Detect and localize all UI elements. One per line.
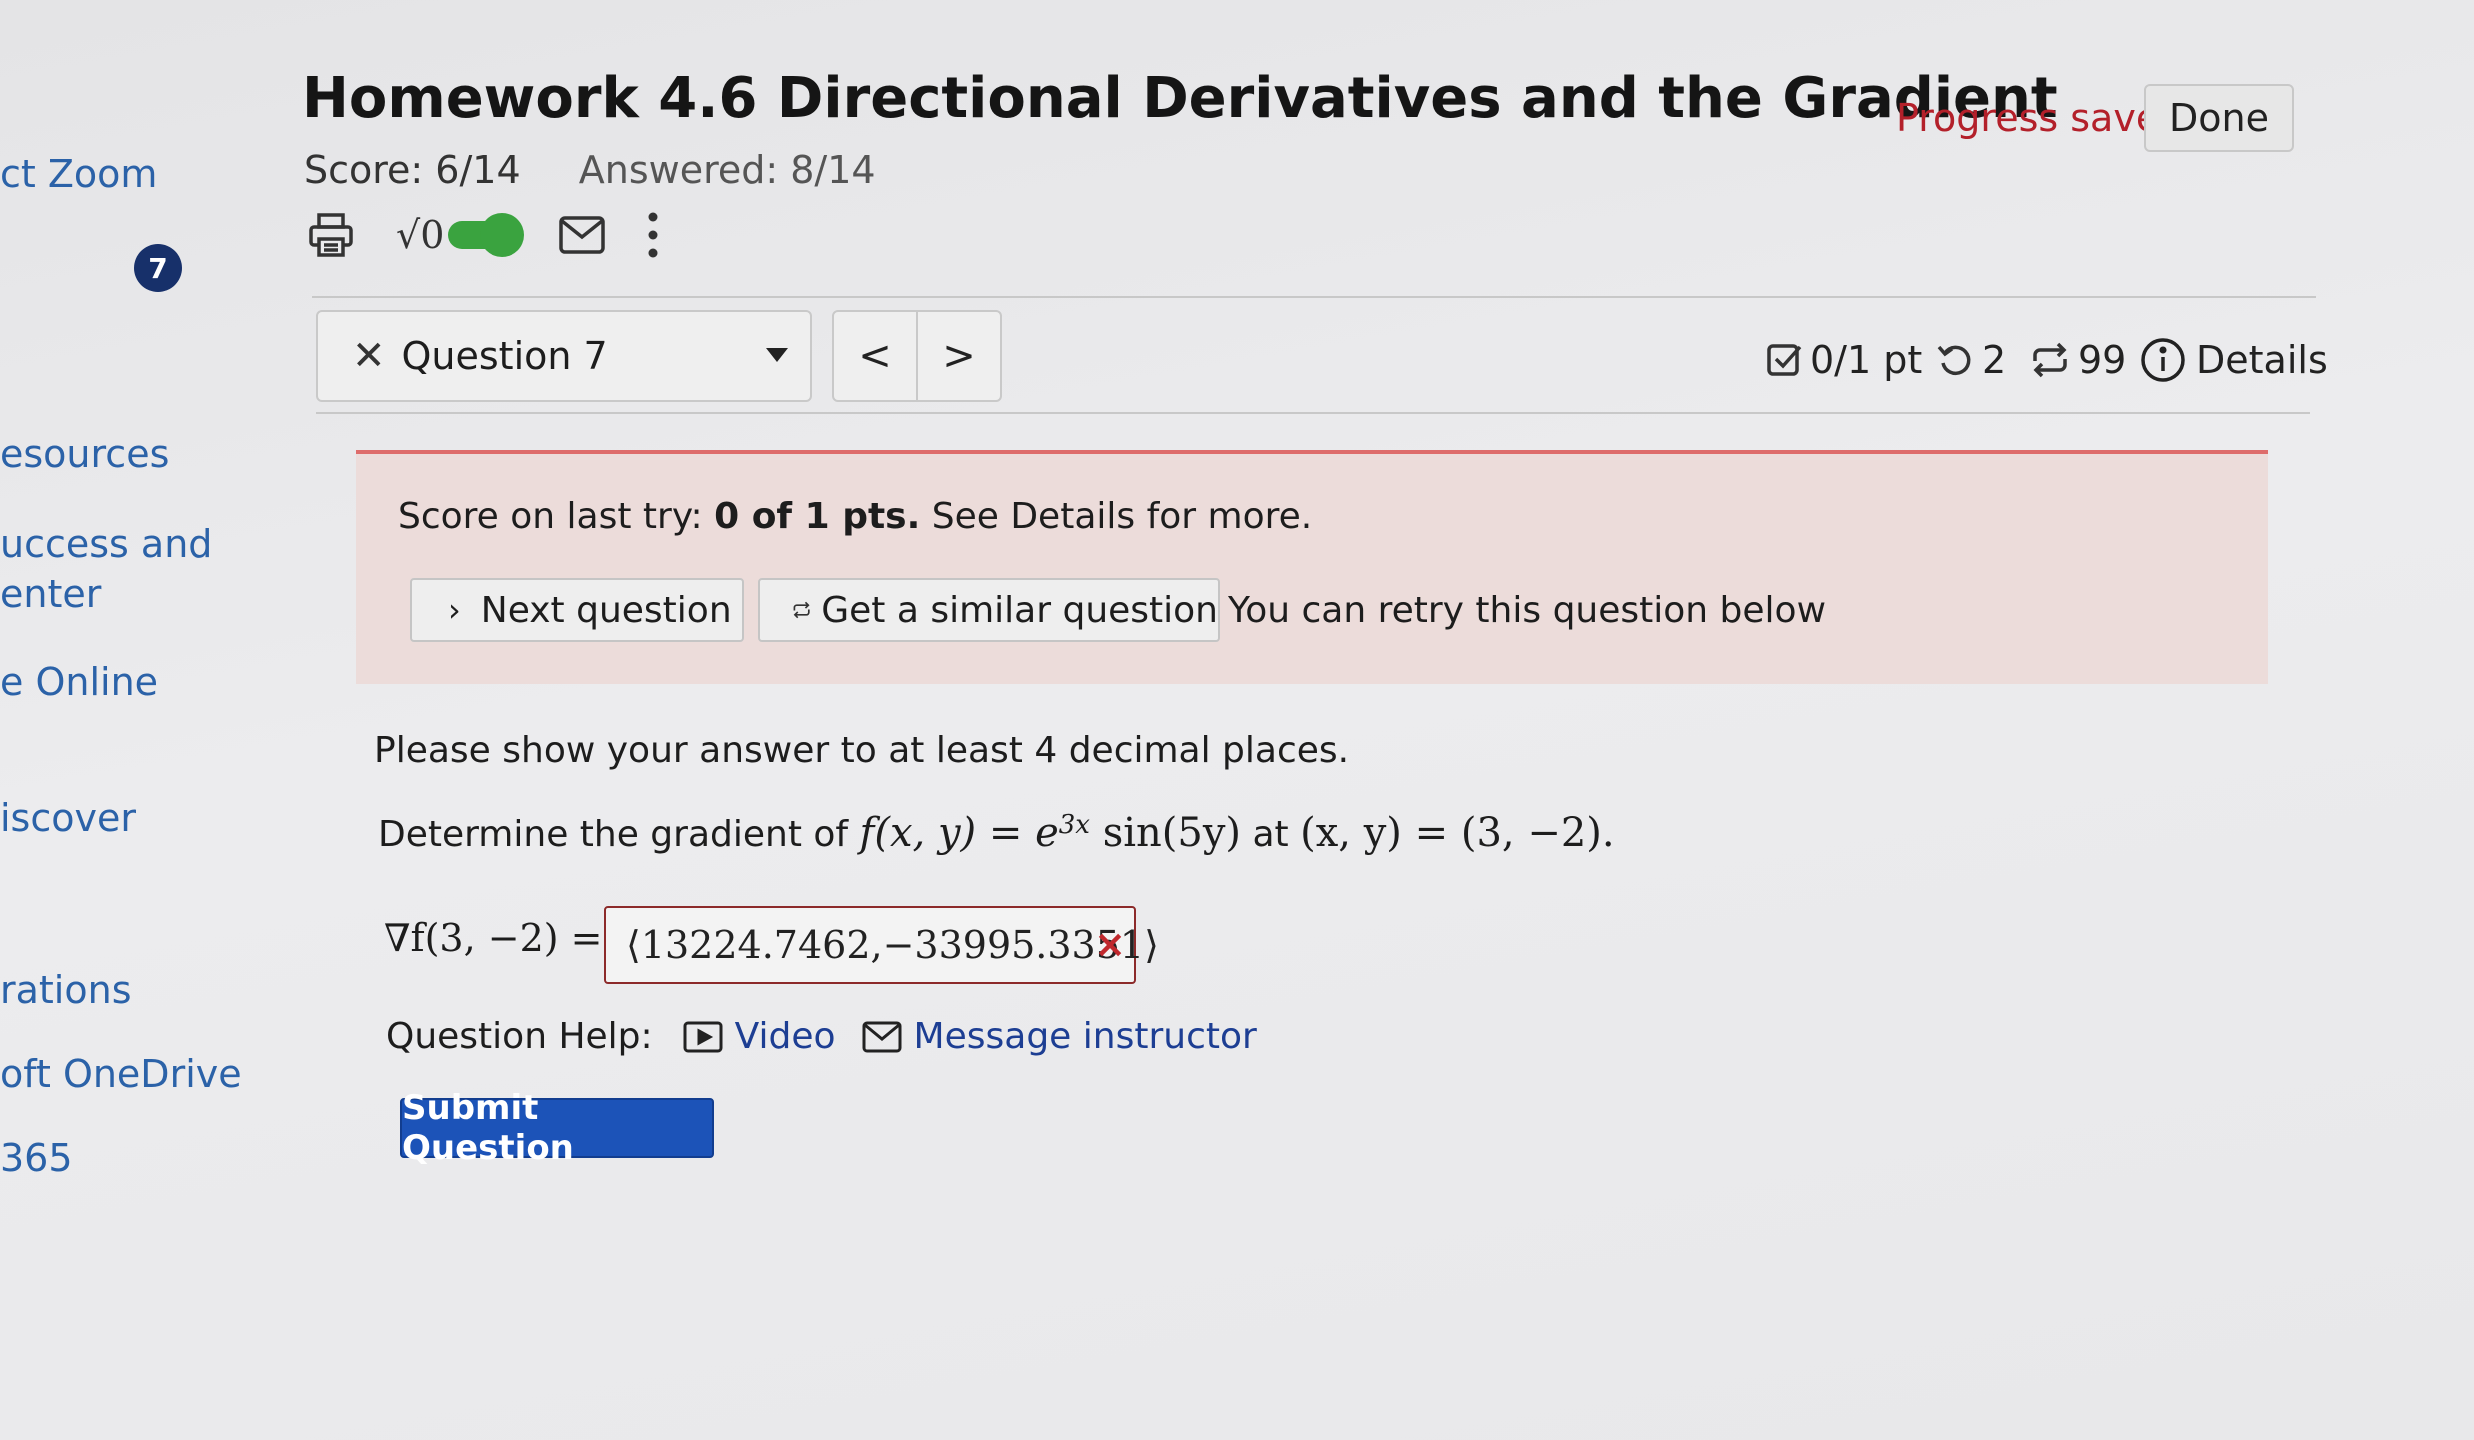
chevron-right-icon: › <box>448 591 461 629</box>
video-label: Video <box>734 1016 836 1057</box>
assignment-title: Homework 4.6 Directional Derivatives and… <box>302 66 2058 131</box>
header-divider <box>312 296 2316 298</box>
question-prompt: Determine the gradient of f(x, y) = e3x … <box>378 810 1615 856</box>
sidebar-item-resources[interactable]: esources <box>0 432 169 476</box>
question-select[interactable]: ✕ Question 7 <box>316 310 812 402</box>
prompt-middle: at <box>1241 814 1301 855</box>
attempts-count: 99 <box>2078 338 2127 382</box>
feedback-score-text: Score on last try: 0 of 1 pts. See Detai… <box>398 496 1312 537</box>
nav-divider <box>316 412 2310 414</box>
feedback-score: 0 of 1 pts. <box>714 496 921 537</box>
message-instructor-label: Message instructor <box>913 1016 1257 1057</box>
sidebar-item-discover[interactable]: iscover <box>0 796 136 840</box>
answer-value: ⟨13224.7462,−33995.3351⟩ <box>626 923 1159 967</box>
prompt-prefix: Determine the gradient of <box>378 814 860 855</box>
similar-question-button[interactable]: Get a similar question <box>758 578 1220 642</box>
math-entry-toggle[interactable]: √0 <box>396 213 525 257</box>
checkbox-icon <box>1767 344 1802 376</box>
sidebar-item-label: ct Zoom <box>0 152 158 196</box>
sidebar-item-label: esources <box>0 432 170 476</box>
function-exponent: 3x <box>1058 810 1090 840</box>
video-link[interactable]: Video <box>683 1016 836 1057</box>
sidebar-item-success-center-line2[interactable]: enter <box>0 572 101 616</box>
question-pager: < > <box>832 310 1002 402</box>
sidebar-item-label: oft OneDrive <box>0 1052 242 1096</box>
answer-label: ∇f(3, −2) = <box>384 916 603 960</box>
sidebar-item-label: uccess and <box>0 522 213 566</box>
sidebar-item-zoom[interactable]: ct Zoom <box>0 152 157 196</box>
feedback-suffix: See Details for more. <box>920 496 1313 537</box>
envelope-icon <box>862 1021 902 1052</box>
feedback-prefix: Score on last try: <box>398 496 715 537</box>
sidebar-item-365[interactable]: 365 <box>0 1136 73 1180</box>
sidebar-item-label: 365 <box>0 1136 73 1180</box>
toolbar: √0 <box>306 200 660 270</box>
more-vertical-icon[interactable] <box>646 211 660 259</box>
progress-status: Progress saved <box>1896 96 2184 140</box>
question-help: Question Help: Video Message instructor <box>386 1016 1257 1057</box>
sidebar-item-label: enter <box>0 572 102 616</box>
next-question-label: Next question <box>480 589 732 631</box>
envelope-icon[interactable] <box>558 215 606 255</box>
instruction-text: Please show your answer to at least 4 de… <box>374 730 1350 771</box>
answer-input[interactable]: ⟨13224.7462,−33995.3351⟩ × <box>604 906 1159 984</box>
retries-indicator: 2 <box>1936 330 2006 390</box>
chevron-down-icon <box>766 348 788 362</box>
details-button[interactable]: Details <box>2140 330 2328 390</box>
score-text: Score: 6/14 <box>304 148 521 192</box>
points-indicator: 0/1 pt <box>1766 330 1922 390</box>
repeat-icon <box>793 601 810 619</box>
score-summary: Score: 6/14 Answered: 8/14 <box>304 148 922 192</box>
submit-question-button[interactable]: Submit Question <box>400 1088 714 1168</box>
sidebar-item-label: iscover <box>0 796 136 840</box>
repeat-icon <box>2033 342 2067 378</box>
sidebar-item-label: e Online <box>0 660 159 704</box>
answered-text: Answered: 8/14 <box>578 148 876 192</box>
prev-question-button[interactable]: < <box>834 312 916 400</box>
help-label: Question Help: <box>386 1016 653 1057</box>
sidebar-item-success-center[interactable]: uccess and <box>0 522 212 566</box>
feedback-panel <box>356 450 2268 684</box>
undo-icon <box>1937 345 1971 376</box>
retry-message: You can retry this question below <box>1228 590 1827 631</box>
similar-question-label: Get a similar question <box>821 589 1218 631</box>
question-select-value: Question 7 <box>401 334 608 378</box>
info-icon <box>2141 338 2185 382</box>
attempts-indicator: 99 <box>2030 330 2126 390</box>
details-label: Details <box>2196 338 2328 382</box>
next-question-arrow-button[interactable]: > <box>918 312 1000 400</box>
next-question-button[interactable]: › Next question <box>410 578 744 642</box>
sqrt-icon: √0 <box>396 213 445 257</box>
retries-count: 2 <box>1982 338 2007 382</box>
function-lhs: f(x, y) = e <box>859 810 1059 856</box>
toggle-switch[interactable] <box>448 213 525 257</box>
video-icon <box>683 1021 723 1052</box>
sidebar-item-label: rations <box>0 968 132 1012</box>
sidebar-item-online[interactable]: e Online <box>0 660 158 704</box>
printer-icon[interactable] <box>306 211 356 259</box>
notification-badge: 7 <box>134 244 182 292</box>
function-rest: sin(5y) <box>1089 810 1242 856</box>
incorrect-icon: × <box>1094 922 1126 966</box>
sidebar-item-integrations[interactable]: rations <box>0 968 132 1012</box>
done-button[interactable]: Done <box>2144 84 2294 152</box>
evaluation-point: (x, y) = (3, −2). <box>1300 810 1615 856</box>
close-icon: ✕ <box>352 333 386 379</box>
sidebar-item-onedrive[interactable]: oft OneDrive <box>0 1052 242 1096</box>
message-instructor-link[interactable]: Message instructor <box>862 1016 1257 1057</box>
points-text: 0/1 pt <box>1810 338 1923 382</box>
